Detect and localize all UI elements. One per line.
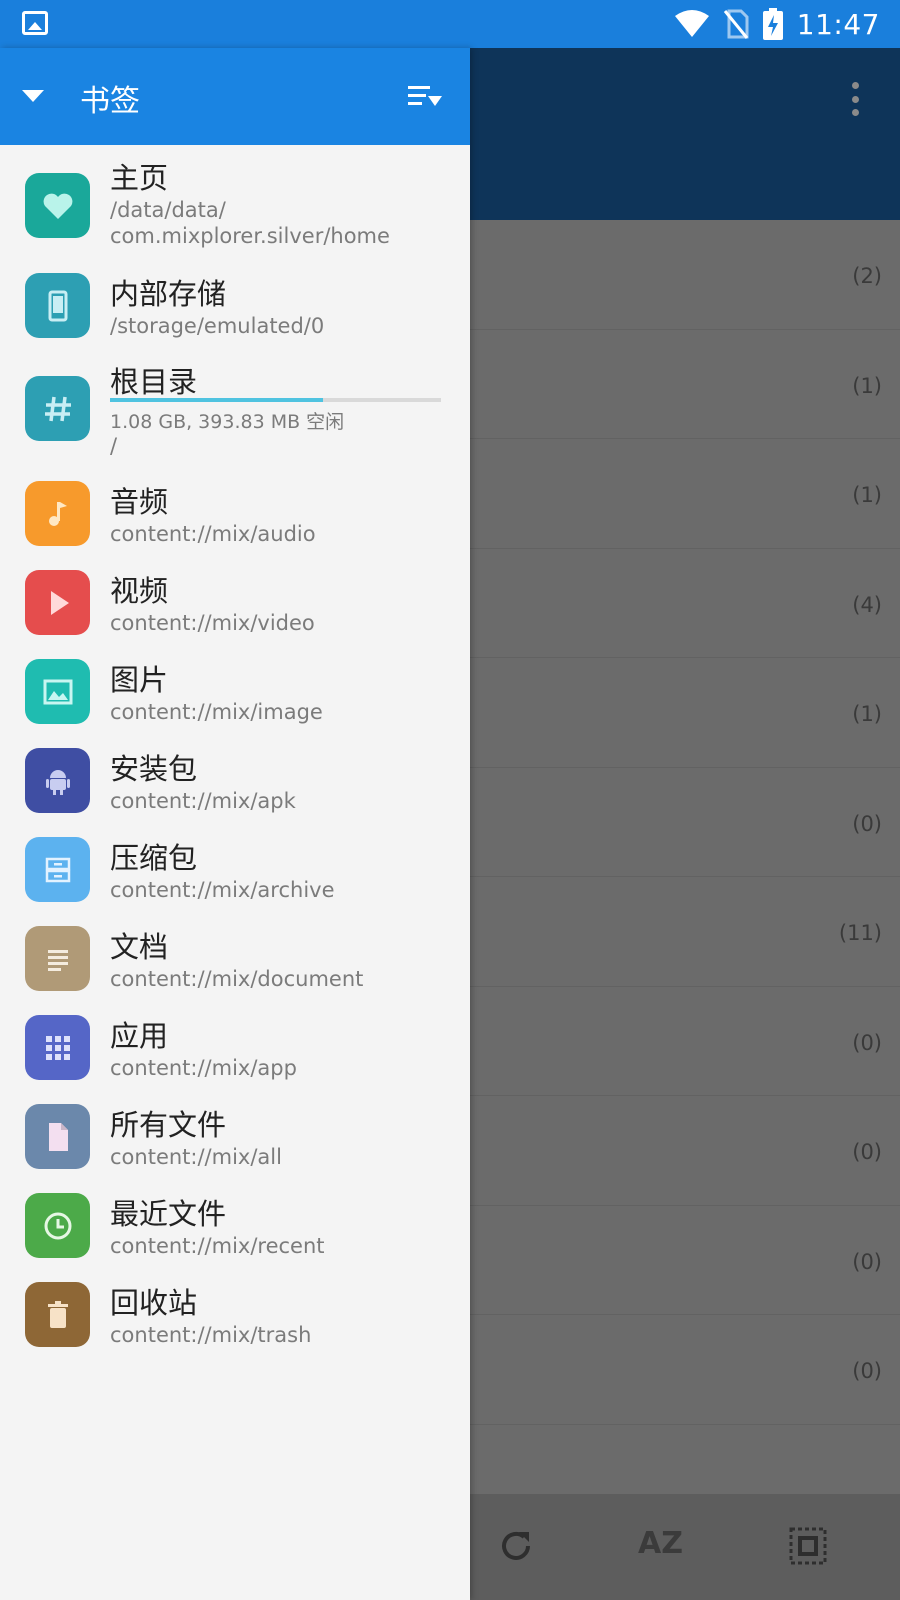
trash-icon (25, 1282, 90, 1347)
wifi-icon (674, 10, 709, 37)
bookmark-title: 文档 (110, 930, 169, 964)
background-file-list: (2) (1) (1) (4) (1) (0) (11) (0) (0) (0)… (470, 220, 900, 1494)
background-app-bar (470, 48, 900, 220)
sort-icon[interactable] (408, 84, 442, 108)
bookmark-video[interactable]: 视频 content://mix/video (0, 568, 470, 646)
bookmark-path: / (110, 434, 118, 458)
list-item[interactable]: (1) (470, 658, 900, 768)
item-count: (1) (852, 702, 882, 727)
bookmark-apk[interactable]: 安装包 content://mix/apk (0, 746, 470, 824)
list-item[interactable]: (0) (470, 1096, 900, 1206)
bookmark-path: content://mix/archive (110, 878, 335, 902)
bookmark-path: content://mix/audio (110, 522, 316, 546)
list-item[interactable]: (0) (470, 1206, 900, 1315)
bookmark-title: 内部存储 (110, 277, 227, 311)
item-count: (1) (852, 483, 882, 508)
bookmark-image[interactable]: 图片 content://mix/image (0, 657, 470, 735)
clock-time: 11:47 (796, 7, 880, 41)
item-count: (4) (852, 592, 882, 617)
bookmarks-drawer: 书签 主页 /data/data/ com.mixplorer.silver/h… (0, 48, 470, 1600)
bookmark-path: /data/data/ (110, 198, 226, 222)
bookmark-path: content://mix/recent (110, 1234, 325, 1258)
list-item[interactable]: (4) (470, 549, 900, 658)
bookmark-path: content://mix/apk (110, 789, 296, 813)
item-count: (1) (852, 373, 882, 398)
bookmark-path: content://mix/trash (110, 1323, 312, 1347)
bookmark-path: content://mix/all (110, 1145, 282, 1169)
storage-usage-text: 1.08 GB, 393.83 MB 空闲 (110, 411, 345, 433)
list-item[interactable]: (11) (470, 877, 900, 987)
bookmark-path: content://mix/app (110, 1056, 297, 1080)
item-count: (0) (852, 1140, 882, 1165)
hash-icon (25, 376, 90, 441)
archive-icon (25, 837, 90, 902)
bookmark-title: 应用 (110, 1019, 169, 1053)
item-count: (0) (852, 811, 882, 836)
bookmark-path: content://mix/image (110, 700, 323, 724)
bottom-toolbar: AZ (470, 1494, 900, 1600)
drawer-header: 书签 (0, 48, 470, 145)
bookmark-title: 所有文件 (110, 1108, 227, 1142)
refresh-icon[interactable] (498, 1528, 534, 1564)
bookmark-title: 主页 (110, 161, 169, 195)
bookmark-path-line2: com.mixplorer.silver/home (110, 224, 390, 248)
bookmark-title: 压缩包 (110, 841, 198, 875)
bookmark-audio[interactable]: 音频 content://mix/audio (0, 479, 470, 557)
item-count: (0) (852, 1359, 882, 1384)
bookmark-path: content://mix/document (110, 967, 364, 991)
bookmark-title: 最近文件 (110, 1197, 227, 1231)
list-item[interactable]: (0) (470, 987, 900, 1096)
bookmark-root[interactable]: 根目录 1.08 GB, 393.83 MB 空闲 / (0, 361, 470, 461)
battery-charging-icon (762, 8, 783, 40)
bookmark-path: /storage/emulated/0 (110, 314, 325, 338)
image-notification-icon (22, 11, 48, 35)
music-icon (25, 481, 90, 546)
heart-icon (25, 173, 90, 238)
drawer-title: 书签 (80, 84, 140, 119)
bookmark-document[interactable]: 文档 content://mix/document (0, 924, 470, 1002)
sort-az-button[interactable]: AZ (638, 1526, 683, 1561)
file-icon (25, 1104, 90, 1169)
storage-usage-bar (110, 398, 441, 402)
bookmark-title: 视频 (110, 574, 169, 608)
storage-usage-fill (110, 398, 324, 402)
list-item[interactable]: (0) (470, 768, 900, 877)
no-sim-icon (723, 9, 749, 39)
bookmark-title: 安装包 (110, 752, 198, 786)
more-options-icon[interactable] (852, 82, 860, 116)
list-item[interactable]: (0) (470, 1315, 900, 1425)
image-icon (25, 659, 90, 724)
dropdown-arrow-icon[interactable] (22, 90, 44, 102)
bookmark-all-files[interactable]: 所有文件 content://mix/all (0, 1102, 470, 1180)
bookmark-path: content://mix/video (110, 611, 315, 635)
bookmark-title: 根目录 (110, 365, 198, 399)
bookmark-internal-storage[interactable]: 内部存储 /storage/emulated/0 (0, 271, 470, 349)
bookmark-app[interactable]: 应用 content://mix/app (0, 1013, 470, 1091)
list-item[interactable]: (2) (470, 220, 900, 330)
android-icon (25, 748, 90, 813)
bookmark-title: 回收站 (110, 1286, 198, 1320)
play-icon (25, 570, 90, 635)
bookmark-title: 图片 (110, 663, 169, 697)
select-all-icon[interactable] (788, 1526, 828, 1566)
item-count: (2) (852, 264, 882, 289)
background-app: (2) (1) (1) (4) (1) (0) (11) (0) (0) (0)… (470, 48, 900, 1600)
item-count: (0) (852, 1030, 882, 1055)
list-item[interactable]: (1) (470, 330, 900, 439)
list-item[interactable]: (1) (470, 439, 900, 549)
bookmark-recent-files[interactable]: 最近文件 content://mix/recent (0, 1191, 470, 1269)
item-count: (11) (838, 921, 882, 946)
status-bar: 11:47 (0, 0, 900, 48)
bookmark-trash[interactable]: 回收站 content://mix/trash (0, 1280, 470, 1358)
document-icon (25, 926, 90, 991)
clock-icon (25, 1193, 90, 1258)
bookmark-home[interactable]: 主页 /data/data/ com.mixplorer.silver/home (0, 155, 470, 259)
phone-icon (25, 273, 90, 338)
bookmark-archive[interactable]: 压缩包 content://mix/archive (0, 835, 470, 913)
item-count: (0) (852, 1249, 882, 1274)
grid-icon (25, 1015, 90, 1080)
bookmark-title: 音频 (110, 485, 169, 519)
